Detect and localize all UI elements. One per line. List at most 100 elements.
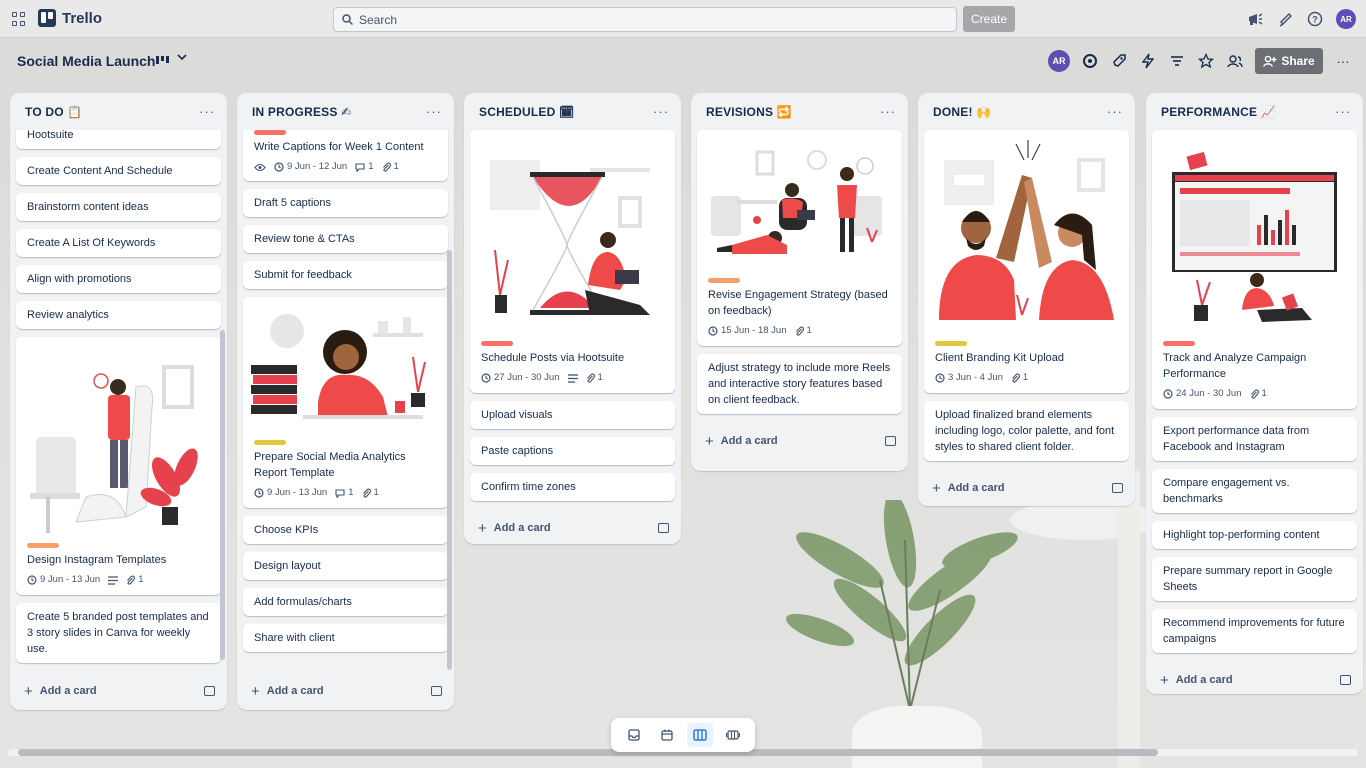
card[interactable]: Hootsuite (16, 130, 221, 149)
search-box[interactable] (333, 7, 957, 32)
card[interactable]: Create A List Of Keywords (16, 229, 221, 257)
list-menu-icon[interactable]: ··· (1335, 104, 1351, 119)
card-template-icon[interactable] (885, 436, 896, 446)
add-card-button[interactable]: + Add a card (705, 433, 778, 450)
notifications-icon[interactable] (1276, 10, 1294, 28)
card[interactable]: Upload visuals (470, 401, 675, 429)
list-title[interactable]: SCHEDULED 🗓 (479, 105, 574, 119)
due-date-badge[interactable]: 9 Jun - 12 Jun (274, 159, 347, 175)
trello-logo[interactable]: Trello (38, 9, 102, 27)
svg-text:?: ? (1312, 15, 1318, 25)
add-card-button[interactable]: + Add a card (251, 683, 324, 700)
card[interactable]: Draft 5 captions (243, 189, 448, 217)
filter-icon[interactable] (1168, 52, 1186, 70)
due-date-badge[interactable]: 9 Jun - 13 Jun (27, 572, 100, 588)
card[interactable]: Highlight top-performing content (1152, 521, 1357, 549)
card[interactable]: Create 5 branded post templates and 3 st… (16, 603, 221, 663)
list-title[interactable]: DONE! 🙌 (933, 105, 991, 119)
list-menu-icon[interactable]: ··· (1107, 104, 1123, 119)
card[interactable]: Design Instagram Templates 9 Jun - 13 Ju… (16, 337, 221, 595)
card-cover-image (1152, 130, 1357, 335)
scrollbar-thumb[interactable] (18, 749, 1158, 756)
card-label[interactable] (254, 440, 286, 445)
card[interactable]: Prepare summary report in Google Sheets (1152, 557, 1357, 601)
list-scrollbar[interactable] (220, 330, 225, 660)
card[interactable]: Create Content And Schedule (16, 157, 221, 185)
add-card-button[interactable]: + Add a card (478, 520, 551, 537)
app-switcher-icon[interactable] (12, 12, 26, 26)
card-label[interactable] (1163, 341, 1195, 346)
switch-boards-icon[interactable] (720, 723, 746, 747)
due-date-badge[interactable]: 24 Jun - 30 Jun (1163, 386, 1242, 402)
card-label[interactable] (481, 341, 513, 346)
card[interactable]: Align with promotions (16, 265, 221, 293)
share-button[interactable]: Share (1255, 48, 1323, 74)
list-title[interactable]: IN PROGRESS ✍ (252, 105, 351, 119)
card[interactable]: Submit for feedback (243, 261, 448, 289)
list-menu-icon[interactable]: ··· (199, 104, 215, 119)
card[interactable]: Paste captions (470, 437, 675, 465)
card-label[interactable] (935, 341, 967, 346)
due-date-badge[interactable]: 9 Jun - 13 Jun (254, 485, 327, 501)
automation-icon[interactable] (1139, 52, 1157, 70)
add-card-button[interactable]: + Add a card (932, 480, 1005, 497)
card[interactable]: Track and Analyze Campaign Performance 2… (1152, 130, 1357, 409)
more-options-icon[interactable]: ··· (1334, 52, 1352, 70)
card-label[interactable] (254, 130, 286, 135)
board-view-icon[interactable] (156, 54, 170, 68)
list-menu-icon[interactable]: ··· (653, 104, 669, 119)
card[interactable]: Review analytics (16, 301, 221, 329)
card[interactable]: Review tone & CTAs (243, 225, 448, 253)
card[interactable]: Adjust strategy to include more Reels an… (697, 354, 902, 414)
card[interactable]: Compare engagement vs. benchmarks (1152, 469, 1357, 513)
card[interactable]: Brainstorm content ideas (16, 193, 221, 221)
card-template-icon[interactable] (204, 686, 215, 696)
card[interactable]: Recommend improvements for future campai… (1152, 609, 1357, 653)
due-date-badge[interactable]: 15 Jun - 18 Jun (708, 323, 787, 339)
search-input[interactable] (359, 12, 939, 27)
list-scrollbar[interactable] (447, 250, 452, 670)
card[interactable]: Share with client (243, 624, 448, 652)
list-title[interactable]: PERFORMANCE 📈 (1161, 105, 1276, 119)
card[interactable]: Prepare Social Media Analytics Report Te… (243, 297, 448, 508)
card[interactable]: Upload finalized brand elements includin… (924, 401, 1129, 461)
card[interactable]: Client Branding Kit Upload 3 Jun - 4 Jun… (924, 130, 1129, 393)
megaphone-icon[interactable] (1246, 10, 1264, 28)
due-date-badge[interactable]: 3 Jun - 4 Jun (935, 370, 1003, 386)
rocket-icon[interactable] (1110, 52, 1128, 70)
card-template-icon[interactable] (1112, 483, 1123, 493)
card-template-icon[interactable] (1340, 675, 1351, 685)
card[interactable]: Choose KPIs (243, 516, 448, 544)
card-template-icon[interactable] (431, 686, 442, 696)
card[interactable]: Write Captions for Week 1 Content 9 Jun … (243, 130, 448, 181)
card-label[interactable] (708, 278, 740, 283)
user-avatar[interactable]: AR (1336, 9, 1356, 29)
list-menu-icon[interactable]: ··· (426, 104, 442, 119)
inbox-icon[interactable] (621, 723, 647, 747)
create-button[interactable]: Create (963, 6, 1015, 32)
card[interactable]: Design layout (243, 552, 448, 580)
add-card-button[interactable]: + Add a card (1160, 672, 1233, 689)
card[interactable]: Revise Engagement Strategy (based on fee… (697, 130, 902, 346)
list-title[interactable]: TO DO 📋 (25, 105, 82, 119)
card[interactable]: Add formulas/charts (243, 588, 448, 616)
card-template-icon[interactable] (658, 523, 669, 533)
list-title[interactable]: REVISIONS 🔁 (706, 105, 792, 119)
card[interactable]: Export performance data from Facebook an… (1152, 417, 1357, 461)
add-card-button[interactable]: + Add a card (24, 683, 97, 700)
list-menu-icon[interactable]: ··· (880, 104, 896, 119)
due-date-text: 15 Jun - 18 Jun (721, 325, 787, 336)
power-ups-icon[interactable] (1081, 52, 1099, 70)
star-icon[interactable] (1197, 52, 1215, 70)
card-label[interactable] (27, 543, 59, 548)
board-view-icon[interactable] (686, 723, 713, 747)
due-date-badge[interactable]: 27 Jun - 30 Jun (481, 370, 560, 386)
calendar-icon[interactable] (654, 723, 680, 747)
help-icon[interactable]: ? (1306, 10, 1324, 28)
visibility-icon[interactable] (1226, 52, 1244, 70)
chevron-down-icon[interactable] (177, 51, 187, 65)
card[interactable]: Confirm time zones (470, 473, 675, 501)
member-avatar[interactable]: AR (1048, 50, 1070, 72)
card[interactable]: Schedule Posts via Hootsuite 27 Jun - 30… (470, 130, 675, 393)
board-title[interactable]: Social Media Launch (17, 53, 155, 69)
